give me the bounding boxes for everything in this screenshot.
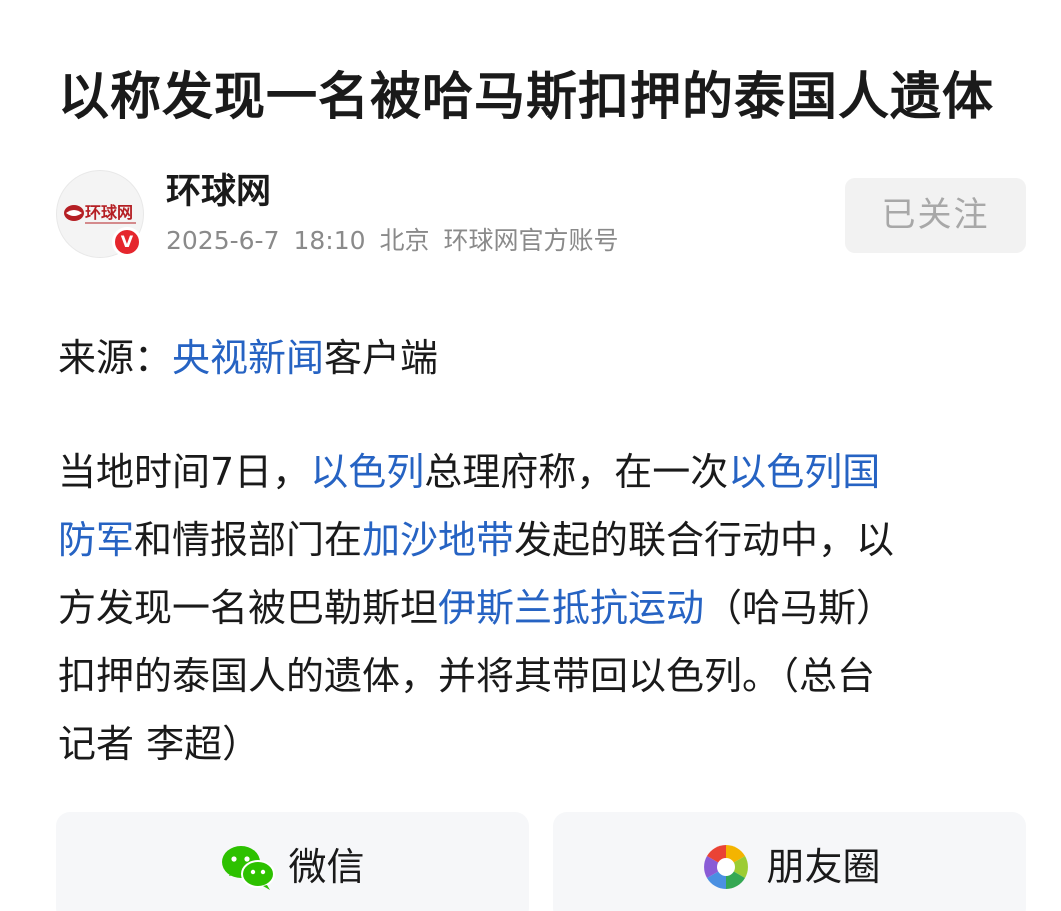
source-prefix: 来源： bbox=[58, 336, 173, 380]
moments-icon bbox=[704, 845, 749, 889]
wechat-icon bbox=[222, 846, 276, 890]
body-line-4: 扣押的泰国人的遗体，并将其带回以色列。（总台 bbox=[58, 654, 876, 698]
body-text-segment: 总理府称，在一次 bbox=[424, 450, 729, 494]
link-israel[interactable]: 以色列 bbox=[310, 450, 424, 494]
body-line-2: 防军和情报部门在加沙地带发起的联合行动中，以 bbox=[58, 506, 1026, 574]
share-moments-content: 朋友圈 bbox=[553, 842, 1026, 892]
body-line-3: 方发现一名被巴勒斯坦伊斯兰抵抗运动（哈马斯） bbox=[58, 574, 1026, 642]
body-text-segment: 和情报部门在 bbox=[134, 518, 363, 562]
article-body: 当地时间7日，以色列总理府称，在一次以色列国 防军和情报部门在加沙地带发起的联合… bbox=[58, 438, 1026, 778]
link-idf[interactable]: 以色列国 bbox=[728, 450, 880, 494]
svg-text:环球网: 环球网 bbox=[85, 203, 133, 222]
publish-location: 北京 bbox=[379, 226, 430, 255]
publish-date: 2025-6-7 bbox=[166, 226, 280, 255]
huanqiu-logo-icon: 环球网 bbox=[64, 203, 136, 224]
author-avatar[interactable]: 环球网 V bbox=[56, 170, 144, 258]
body-text-segment: 方发现一名被巴勒斯坦 bbox=[58, 586, 439, 630]
link-hamas[interactable]: 伊斯兰抵抗运动 bbox=[438, 586, 704, 630]
source-link[interactable]: 央视新闻 bbox=[172, 336, 324, 380]
link-gaza-strip[interactable]: 加沙地带 bbox=[362, 518, 514, 562]
body-line-5: 记者 李超） bbox=[58, 722, 261, 766]
source-suffix: 客户端 bbox=[324, 336, 439, 380]
source-line: 来源：央视新闻客户端 bbox=[58, 330, 438, 386]
share-wechat-content: 微信 bbox=[56, 842, 529, 892]
verified-badge-icon: V bbox=[112, 227, 142, 257]
body-text-segment: （哈马斯） bbox=[704, 586, 895, 630]
body-text-segment: 发起的联合行动中，以 bbox=[514, 518, 895, 562]
share-moments-label: 朋友圈 bbox=[766, 845, 881, 889]
publish-time: 18:10 bbox=[293, 226, 366, 255]
share-wechat-button[interactable]: 微信 bbox=[56, 812, 529, 911]
article-title: 以称发现一名被哈马斯扣押的泰国人遗体 bbox=[58, 68, 995, 127]
share-wechat-label: 微信 bbox=[288, 845, 365, 889]
link-idf-cont[interactable]: 防军 bbox=[58, 518, 134, 562]
share-moments-button[interactable]: 朋友圈 bbox=[553, 812, 1026, 911]
author-name[interactable]: 环球网 bbox=[166, 170, 271, 214]
body-text-segment: 当地时间7日， bbox=[58, 450, 311, 494]
account-type: 环球网官方账号 bbox=[443, 226, 619, 255]
article-page: 以称发现一名被哈马斯扣押的泰国人遗体 环球网 V 环球网 2025-6-7 18:… bbox=[0, 0, 1061, 911]
follow-button[interactable]: 已关注 bbox=[845, 178, 1026, 253]
body-line-1: 当地时间7日，以色列总理府称，在一次以色列国 bbox=[58, 438, 1026, 506]
article-meta: 2025-6-7 18:10 北京 环球网官方账号 bbox=[166, 224, 633, 258]
